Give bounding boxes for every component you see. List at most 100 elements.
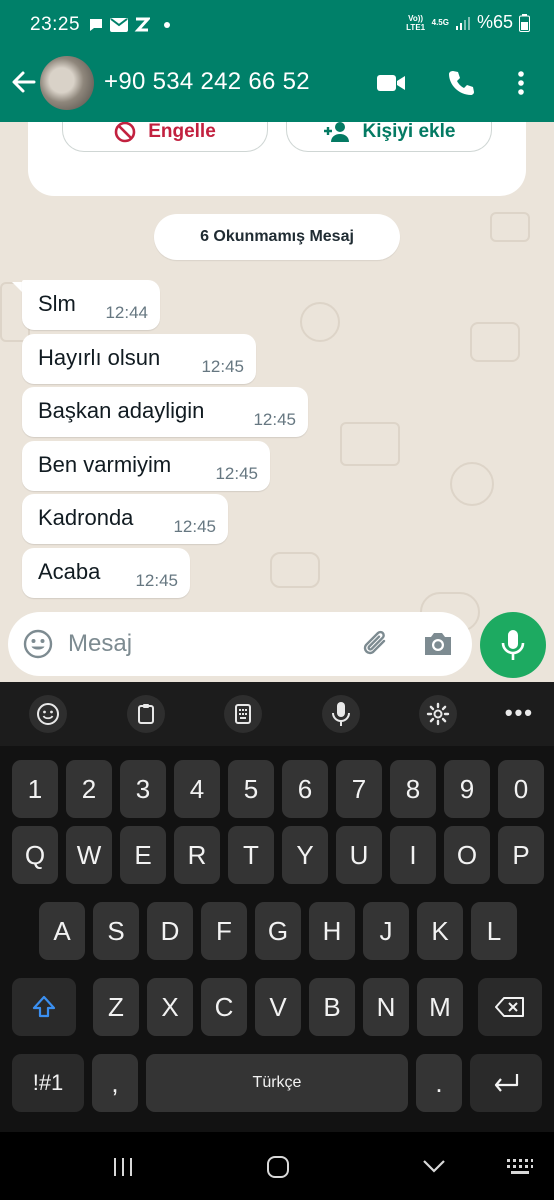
key[interactable]: J xyxy=(363,902,409,960)
message-bubble[interactable]: Acaba 12:45 xyxy=(22,548,190,598)
key[interactable]: W xyxy=(66,826,112,884)
clipboard-icon xyxy=(138,704,154,724)
message-time: 12:45 xyxy=(173,517,216,536)
enter-key[interactable] xyxy=(470,1054,542,1112)
mic-icon xyxy=(501,630,525,660)
status-right: Vo)) LTE1 4.5G %65 xyxy=(406,12,530,33)
wallpaper-doodle xyxy=(490,212,530,242)
key[interactable]: I xyxy=(390,826,436,884)
keyboard-icon[interactable] xyxy=(506,1158,534,1176)
key[interactable]: T xyxy=(228,826,274,884)
block-icon xyxy=(114,122,136,142)
contact-name[interactable]: +90 534 242 66 52 xyxy=(104,68,310,96)
shift-key[interactable] xyxy=(12,978,76,1036)
key[interactable]: 6 xyxy=(282,760,328,818)
kb-emoji-button[interactable] xyxy=(29,695,67,733)
status-bar: 23:25 Vo)) LTE1 4.5G %65 xyxy=(0,0,554,52)
message-text: Kadronda xyxy=(38,505,134,530)
key[interactable]: A xyxy=(39,902,85,960)
message-input[interactable] xyxy=(68,622,348,666)
home-icon[interactable] xyxy=(266,1155,290,1179)
key[interactable]: R xyxy=(174,826,220,884)
key[interactable]: Z xyxy=(93,978,139,1036)
key[interactable]: B xyxy=(309,978,355,1036)
kb-clipboard-button[interactable] xyxy=(127,695,165,733)
back-arrow-icon[interactable] xyxy=(10,68,38,96)
kb-voice-button[interactable] xyxy=(322,695,360,733)
comma-key[interactable]: , xyxy=(92,1054,138,1112)
key[interactable]: O xyxy=(444,826,490,884)
key[interactable]: 1 xyxy=(12,760,58,818)
message-bubble[interactable]: Hayırlı olsun 12:45 xyxy=(22,334,256,384)
key[interactable]: 3 xyxy=(120,760,166,818)
message-bubble[interactable]: Slm 12:44 xyxy=(22,280,160,330)
key[interactable]: U xyxy=(336,826,382,884)
period-key[interactable]: . xyxy=(416,1054,462,1112)
space-key[interactable]: Türkçe xyxy=(146,1054,408,1112)
phone-icon[interactable] xyxy=(446,68,476,98)
wallpaper-doodle xyxy=(270,552,320,588)
key[interactable]: V xyxy=(255,978,301,1036)
chat-notification-icon xyxy=(88,15,104,35)
key[interactable]: S xyxy=(93,902,139,960)
more-vert-icon[interactable] xyxy=(506,68,536,98)
key[interactable]: G xyxy=(255,902,301,960)
add-contact-button[interactable]: Kişiyi ekle xyxy=(286,122,492,152)
voice-record-button[interactable] xyxy=(480,612,546,678)
message-text: Başkan adayligin xyxy=(38,398,205,423)
recents-icon[interactable] xyxy=(112,1156,134,1178)
key[interactable]: 0 xyxy=(498,760,544,818)
wallpaper-doodle xyxy=(450,462,494,506)
key[interactable]: M xyxy=(417,978,463,1036)
attach-icon[interactable] xyxy=(358,626,394,662)
kb-settings-button[interactable] xyxy=(419,695,457,733)
add-contact-label: Kişiyi ekle xyxy=(362,122,456,142)
volte-indicator: Vo)) LTE1 xyxy=(406,13,426,32)
key[interactable]: K xyxy=(417,902,463,960)
key[interactable]: 2 xyxy=(66,760,112,818)
nav-back-icon[interactable] xyxy=(422,1158,446,1174)
key[interactable]: L xyxy=(471,902,517,960)
backspace-key[interactable] xyxy=(478,978,542,1036)
key[interactable]: N xyxy=(363,978,409,1036)
keyboard-toolbar: ••• xyxy=(0,682,554,746)
enter-icon xyxy=(494,1074,519,1092)
message-bubble[interactable]: Başkan adayligin 12:45 xyxy=(22,387,308,437)
video-call-icon[interactable] xyxy=(376,68,406,98)
shift-icon xyxy=(32,995,56,1018)
key[interactable]: 7 xyxy=(336,760,382,818)
signal-icon xyxy=(455,16,470,30)
message-time: 12:44 xyxy=(105,303,148,322)
key[interactable]: X xyxy=(147,978,193,1036)
battery-percent: %65 xyxy=(476,12,513,32)
key[interactable]: E xyxy=(120,826,166,884)
emoji-icon[interactable] xyxy=(22,628,54,660)
mic-icon xyxy=(332,702,350,726)
key[interactable]: C xyxy=(201,978,247,1036)
key[interactable]: Y xyxy=(282,826,328,884)
chat-area[interactable]: Engelle Kişiyi ekle 6 Okunmamış Mesaj Sl… xyxy=(0,122,554,682)
message-text: Hayırlı olsun xyxy=(38,345,161,370)
message-bubble[interactable]: Ben varmiyim 12:45 xyxy=(22,441,270,491)
message-composer xyxy=(8,612,472,676)
symbols-key[interactable]: !#1 xyxy=(12,1054,84,1112)
block-label: Engelle xyxy=(148,122,216,142)
block-button[interactable]: Engelle xyxy=(62,122,268,152)
key[interactable]: 4 xyxy=(174,760,220,818)
kb-keypad-button[interactable] xyxy=(224,695,262,733)
kb-more-icon[interactable]: ••• xyxy=(505,700,534,726)
contact-avatar[interactable] xyxy=(40,56,94,110)
key[interactable]: D xyxy=(147,902,193,960)
app-bar: +90 534 242 66 52 xyxy=(0,52,554,114)
key[interactable]: 8 xyxy=(390,760,436,818)
message-bubble[interactable]: Kadronda 12:45 xyxy=(22,494,228,544)
settings-icon xyxy=(426,702,450,726)
key[interactable]: P xyxy=(498,826,544,884)
camera-icon[interactable] xyxy=(420,626,456,662)
key[interactable]: 9 xyxy=(444,760,490,818)
key[interactable]: 5 xyxy=(228,760,274,818)
key[interactable]: Q xyxy=(12,826,58,884)
key[interactable]: F xyxy=(201,902,247,960)
emoji-icon xyxy=(37,703,59,725)
key[interactable]: H xyxy=(309,902,355,960)
